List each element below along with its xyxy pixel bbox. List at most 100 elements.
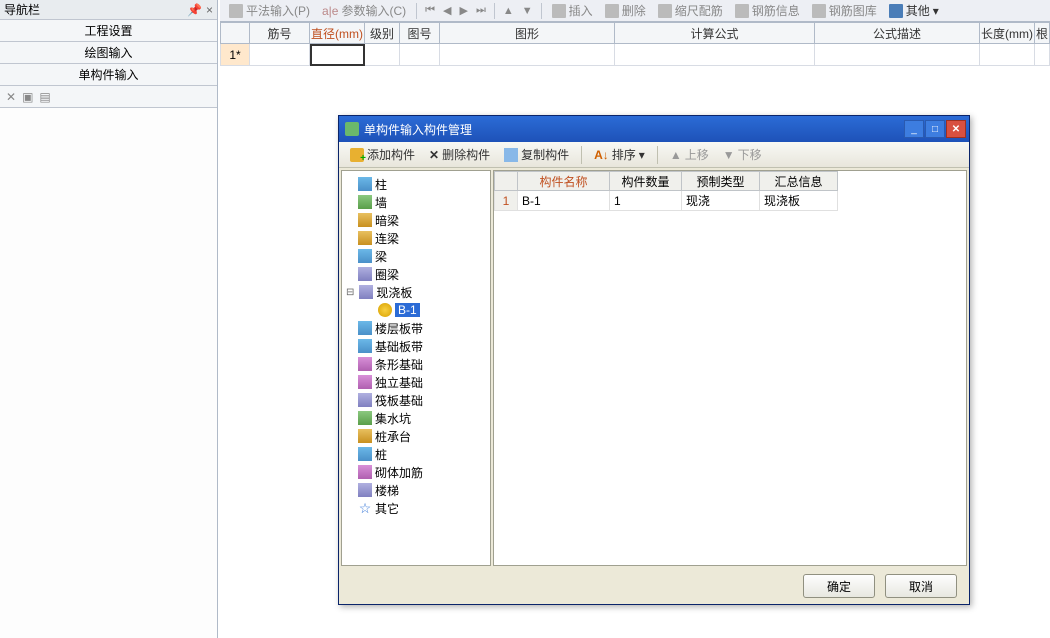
tree-node[interactable]: 桩 — [344, 445, 488, 463]
nav-item-project-settings[interactable]: 工程设置 — [0, 20, 217, 42]
grid-header-cell[interactable]: 图号 — [400, 22, 440, 44]
tree-node-label: 梁 — [375, 248, 387, 265]
chevron-down-icon: ▾ — [933, 4, 939, 18]
grid-cell[interactable] — [815, 44, 980, 66]
grid-cell[interactable] — [365, 44, 400, 66]
paste-icon[interactable]: ▤ — [39, 90, 50, 104]
grid-cell[interactable] — [980, 44, 1035, 66]
next-icon[interactable]: ▶ — [457, 4, 471, 17]
tree-node[interactable]: 楼层板带 — [344, 319, 488, 337]
grid-header-cell[interactable]: 图形 — [440, 22, 615, 44]
tree-node-child[interactable]: B-1 — [344, 301, 488, 319]
ok-button[interactable]: 确定 — [803, 574, 875, 598]
grid-cell[interactable] — [250, 44, 310, 66]
grid-header-cell[interactable] — [220, 22, 250, 44]
tree-node[interactable]: 现浇板 — [344, 283, 488, 301]
tree-node-icon — [358, 447, 372, 461]
tree-node-icon — [358, 321, 372, 335]
tree-node[interactable]: 条形基础 — [344, 355, 488, 373]
dialog-grid-cell[interactable]: 1 — [494, 191, 518, 211]
tree-node[interactable]: 连梁 — [344, 229, 488, 247]
component-tree[interactable]: 柱墙暗梁连梁梁圈梁现浇板B-1楼层板带基础板带条形基础独立基础筏板基础集水坑桩承… — [341, 170, 491, 566]
grid-header-cell[interactable]: 根 — [1035, 22, 1050, 44]
tree-node-label: 连梁 — [375, 230, 399, 247]
prev-icon[interactable]: ◀ — [440, 4, 454, 17]
pingfa-input-button[interactable]: 平法输入(P) — [224, 1, 315, 20]
other-dropdown[interactable]: 其他▾ — [884, 1, 944, 20]
dialog-grid-row[interactable]: 1B-11现浇现浇板 — [494, 191, 966, 211]
nav-icon-row: ✕ ▣ ▤ — [0, 86, 217, 108]
grid-header-cell[interactable]: 直径(mm) — [310, 22, 365, 44]
dialog-grid-header[interactable]: 预制类型 — [682, 171, 760, 191]
grid-header-cell[interactable]: 长度(mm) — [980, 22, 1035, 44]
pin-icon[interactable]: 📌 — [187, 3, 202, 17]
tree-node[interactable]: 柱 — [344, 175, 488, 193]
sort-dropdown[interactable]: A↓排序▾ — [589, 144, 650, 165]
tree-node[interactable]: 砌体加筋 — [344, 463, 488, 481]
nav-item-single-component-input[interactable]: 单构件输入 — [0, 64, 217, 86]
grid-header-cell[interactable]: 级别 — [365, 22, 400, 44]
insert-button[interactable]: 插入 — [547, 1, 598, 20]
delete-button[interactable]: 删除 — [600, 1, 651, 20]
tree-node[interactable]: 圈梁 — [344, 265, 488, 283]
copy-component-button[interactable]: 复制构件 — [499, 144, 574, 165]
component-manager-dialog: 单构件输入构件管理 _ □ ✕ 添加构件 ✕删除构件 复制构件 A↓排序▾ ▲上… — [338, 115, 970, 605]
move-up-button[interactable]: ▲上移 — [665, 144, 714, 165]
tree-node[interactable]: ☆其它 — [344, 499, 488, 517]
cancel-button[interactable]: 取消 — [885, 574, 957, 598]
grid-cell[interactable] — [1035, 44, 1050, 66]
add-component-button[interactable]: 添加构件 — [345, 144, 420, 165]
down-icon[interactable]: ▼ — [519, 5, 536, 17]
grid-header-cell[interactable]: 筋号 — [250, 22, 310, 44]
close-icon[interactable]: × — [206, 3, 213, 17]
tree-node-label: 砌体加筋 — [375, 464, 423, 481]
gangjin-lib-button[interactable]: 钢筋图库 — [807, 1, 882, 20]
tree-node[interactable]: 基础板带 — [344, 337, 488, 355]
suochi-button[interactable]: 缩尺配筋 — [653, 1, 728, 20]
folder-icon[interactable]: ▣ — [22, 90, 33, 104]
dialog-grid-header[interactable] — [494, 171, 518, 191]
close-button[interactable]: ✕ — [946, 120, 966, 138]
tree-node-icon — [358, 339, 372, 353]
gangjin-info-button[interactable]: 钢筋信息 — [730, 1, 805, 20]
tree-node-icon — [358, 483, 372, 497]
nav-title-text: 导航栏 — [4, 1, 40, 18]
grid-cell[interactable] — [440, 44, 615, 66]
tree-node[interactable]: 暗梁 — [344, 211, 488, 229]
delete-component-button[interactable]: ✕删除构件 — [424, 144, 495, 165]
tree-node[interactable]: 筏板基础 — [344, 391, 488, 409]
dialog-grid-cell[interactable]: 现浇 — [682, 191, 760, 211]
nav-item-drawing-input[interactable]: 绘图输入 — [0, 42, 217, 64]
up-icon[interactable]: ▲ — [500, 5, 517, 17]
delete-icon[interactable]: ✕ — [6, 90, 16, 104]
tree-node[interactable]: 集水坑 — [344, 409, 488, 427]
dialog-title-bar[interactable]: 单构件输入构件管理 _ □ ✕ — [339, 116, 969, 142]
canshu-input-button[interactable]: a|e参数输入(C) — [317, 1, 411, 20]
dialog-grid-cell[interactable]: 1 — [610, 191, 682, 211]
grid-cell[interactable] — [400, 44, 440, 66]
dialog-grid-cell[interactable]: B-1 — [518, 191, 610, 211]
grid-header-cell[interactable]: 计算公式 — [615, 22, 815, 44]
tree-node[interactable]: 独立基础 — [344, 373, 488, 391]
dialog-grid-header[interactable]: 汇总信息 — [760, 171, 838, 191]
tree-node-icon — [358, 213, 372, 227]
tree-node[interactable]: 墙 — [344, 193, 488, 211]
tree-node-label: 桩 — [375, 446, 387, 463]
minimize-button[interactable]: _ — [904, 120, 924, 138]
tree-node[interactable]: 楼梯 — [344, 481, 488, 499]
dialog-grid-header[interactable]: 构件数量 — [610, 171, 682, 191]
last-icon[interactable]: ⏭ — [473, 4, 489, 17]
dialog-grid-cell[interactable]: 现浇板 — [760, 191, 838, 211]
first-icon[interactable]: ⏮ — [422, 4, 438, 17]
dialog-grid-header[interactable]: 构件名称 — [518, 171, 610, 191]
tree-node[interactable]: 梁 — [344, 247, 488, 265]
grid-cell[interactable]: 1* — [220, 44, 250, 66]
tree-node[interactable]: 桩承台 — [344, 427, 488, 445]
grid-cell[interactable] — [310, 44, 365, 66]
move-down-button[interactable]: ▼下移 — [718, 144, 767, 165]
maximize-button[interactable]: □ — [925, 120, 945, 138]
grid-header-cell[interactable]: 公式描述 — [815, 22, 980, 44]
main-toolbar: 平法输入(P) a|e参数输入(C) ⏮ ◀ ▶ ⏭ ▲ ▼ 插入 删除 缩尺配… — [220, 0, 1050, 22]
nav-title-bar: 导航栏 📌 × — [0, 0, 217, 20]
grid-cell[interactable] — [615, 44, 815, 66]
